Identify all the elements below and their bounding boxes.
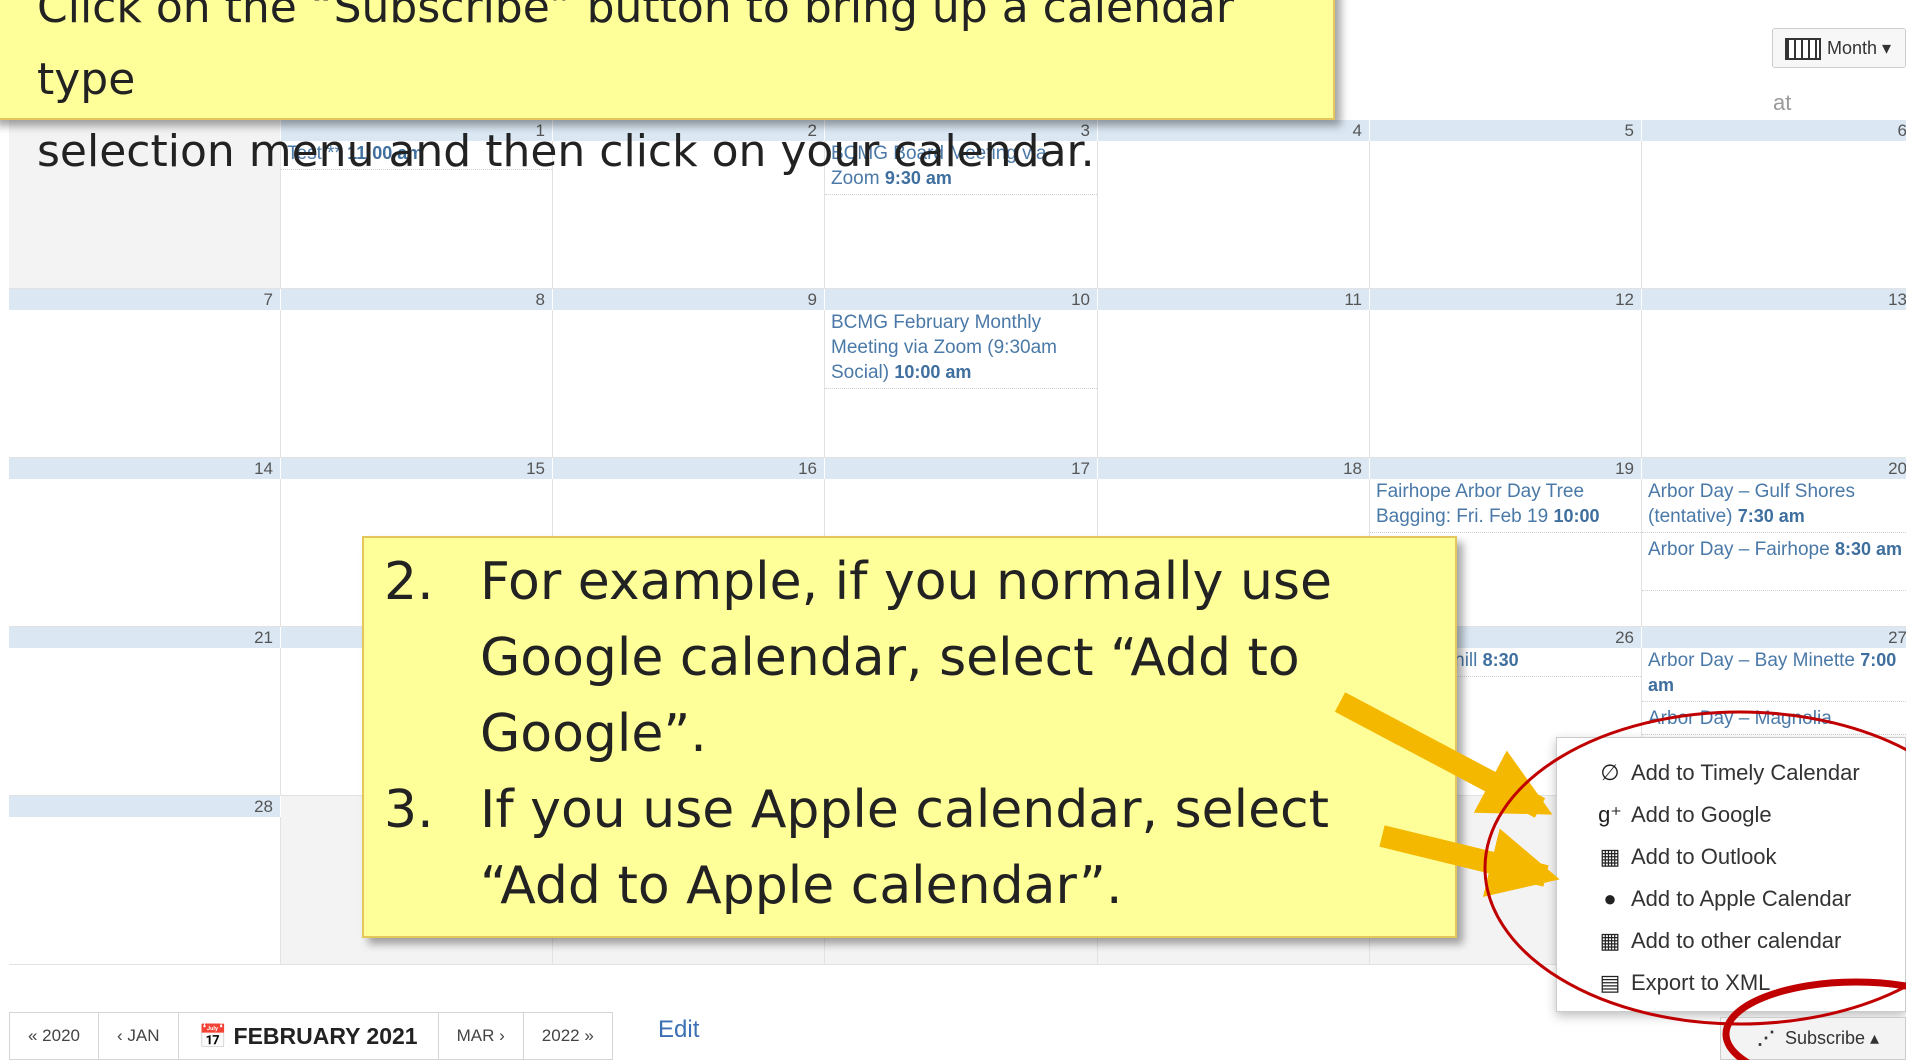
calendar-event[interactable]: BCMG February Monthly Meeting via Zoom (…: [825, 310, 1097, 389]
google-plus-icon: g⁺: [1598, 802, 1622, 827]
edit-link[interactable]: Edit: [658, 1016, 699, 1044]
day-number[interactable]: 7: [9, 289, 281, 310]
day-cell[interactable]: [9, 817, 281, 965]
view-month-label: Month: [1827, 38, 1878, 58]
file-icon: ▤: [1599, 970, 1621, 995]
next-month-button[interactable]: MAR ›: [437, 1012, 523, 1060]
step-number: 3.: [384, 780, 434, 840]
subscribe-menu-label: Add to other calendar: [1631, 928, 1842, 953]
calendar-event[interactable]: Arbor Day – Gulf Shores (tentative) 7:30…: [1642, 479, 1906, 533]
day-number[interactable]: 19: [1370, 458, 1642, 479]
windows-icon: ▦: [1599, 844, 1621, 869]
day-cell[interactable]: [1370, 141, 1642, 289]
day-number[interactable]: 21: [9, 627, 281, 648]
day-number[interactable]: 5: [1370, 120, 1642, 141]
view-month-button[interactable]: Month ▾: [1772, 28, 1906, 68]
day-cell[interactable]: [1642, 310, 1906, 458]
timely-icon: ∅: [1600, 760, 1620, 785]
subscribe-button[interactable]: ⋰ Subscribe ▴: [1720, 1017, 1906, 1060]
calendar-event[interactable]: Arbor Day – Bay Minette 7:00 am: [1642, 648, 1906, 702]
calendar-week-row: 7 8 9 10 BCMG February Monthly Meeting via Z…: [9, 289, 1906, 458]
month-navigation: « 2020 ‹ JAN 📅 FEBRUARY 2021 MAR › 2022 …: [9, 1012, 613, 1060]
calendar-icon: ▦: [1599, 928, 1621, 953]
event-time: 7:30 am: [1737, 506, 1805, 526]
subscribe-menu-item[interactable]: ▦ Add to Outlook: [1557, 836, 1905, 878]
calendar-icon: 📅: [198, 1023, 228, 1049]
day-number[interactable]: 17: [825, 458, 1098, 479]
day-number[interactable]: 12: [1370, 289, 1642, 310]
day-number[interactable]: 8: [281, 289, 553, 310]
day-number[interactable]: 13: [1642, 289, 1906, 310]
day-number[interactable]: 6: [1642, 120, 1906, 141]
chevron-down-icon: ▾: [1882, 38, 1892, 58]
event-time: 8:30 am: [1834, 539, 1902, 559]
next-year-button[interactable]: 2022 »: [522, 1012, 613, 1060]
calendar-event[interactable]: Fairhope Arbor Day Tree Bagging: Fri. Fe…: [1370, 479, 1641, 533]
step-text: For example, if you normally use Google …: [480, 552, 1333, 764]
day-cell[interactable]: [9, 310, 281, 458]
step-number: 2.: [384, 552, 434, 612]
calendar-event[interactable]: Arbor Day – Fairhope 8:30 am: [1642, 537, 1906, 591]
day-cell[interactable]: [281, 310, 553, 458]
instruction-line-2: selection menu and then click on your ca…: [37, 126, 1095, 177]
subscribe-label: Subscribe ▴: [1785, 1028, 1880, 1048]
instruction-callout-top: Click on the “Subscribe” button to bring…: [0, 0, 1335, 177]
subscribe-menu-item[interactable]: ▦ Add to other calendar: [1557, 920, 1905, 962]
instruction-line-1: Click on the “Subscribe” button to bring…: [37, 0, 1234, 105]
day-number[interactable]: 9: [553, 289, 825, 310]
day-cell[interactable]: [553, 310, 825, 458]
event-time: 10:00: [1553, 506, 1600, 526]
day-number[interactable]: 11: [1098, 289, 1370, 310]
day-cell[interactable]: Arbor Day – Gulf Shores (tentative) 7:30…: [1642, 479, 1906, 627]
subscribe-menu-label: Add to Timely Calendar: [1631, 760, 1860, 785]
event-time: 8:30: [1482, 650, 1519, 670]
day-cell[interactable]: [1642, 141, 1906, 289]
day-number[interactable]: 28: [9, 796, 281, 817]
day-cell[interactable]: BCMG February Monthly Meeting via Zoom (…: [825, 310, 1098, 458]
current-month-label: FEBRUARY 2021: [233, 1023, 418, 1049]
weekday-header-saturday: at: [1773, 90, 1792, 115]
day-number[interactable]: 10: [825, 289, 1098, 310]
day-cell[interactable]: [9, 648, 281, 796]
current-month-button[interactable]: 📅 FEBRUARY 2021: [177, 1012, 438, 1060]
day-cell[interactable]: [9, 479, 281, 627]
subscribe-menu-item[interactable]: g⁺ Add to Google: [1557, 794, 1905, 836]
rss-icon: ⋰: [1757, 1028, 1775, 1048]
subscribe-menu-label: Add to Google: [1631, 802, 1772, 827]
day-number[interactable]: 20: [1642, 458, 1906, 479]
day-cell[interactable]: [1370, 310, 1642, 458]
subscribe-menu-label: Export to XML: [1631, 970, 1771, 995]
event-title: Arbor Day – Bay Minette: [1648, 650, 1855, 671]
instruction-callout-steps: 2. For example, if you normally use Googl…: [362, 536, 1457, 938]
day-number[interactable]: 14: [9, 458, 281, 479]
subscribe-menu-item[interactable]: ∅ Add to Timely Calendar: [1557, 752, 1905, 794]
calendar-grid-icon: [1785, 38, 1821, 60]
subscribe-menu-item[interactable]: ▤ Export to XML: [1557, 962, 1905, 1004]
subscribe-menu-label: Add to Outlook: [1631, 844, 1777, 869]
event-time: 10:00 am: [894, 362, 972, 382]
subscribe-menu-label: Add to Apple Calendar: [1631, 886, 1852, 911]
subscribe-menu-item[interactable]: ● Add to Apple Calendar: [1557, 878, 1905, 920]
subscribe-dropdown-menu: ∅ Add to Timely Calendar g⁺ Add to Google ▦ A…: [1556, 737, 1906, 1012]
day-number[interactable]: 27: [1642, 627, 1906, 648]
day-number[interactable]: 15: [281, 458, 553, 479]
event-title: Arbor Day – Magnolia: [1648, 708, 1832, 729]
prev-year-button[interactable]: « 2020: [9, 1012, 98, 1060]
day-number[interactable]: 16: [553, 458, 825, 479]
day-number[interactable]: 18: [1098, 458, 1370, 479]
prev-month-button[interactable]: ‹ JAN: [98, 1012, 178, 1060]
apple-icon: ●: [1603, 886, 1617, 911]
calendar-event[interactable]: Arbor Day – Magnolia: [1642, 706, 1906, 735]
event-title: Arbor Day – Fairhope: [1648, 539, 1830, 560]
step-text: If you use Apple calendar, select “Add t…: [480, 780, 1330, 916]
day-cell[interactable]: [1098, 310, 1370, 458]
